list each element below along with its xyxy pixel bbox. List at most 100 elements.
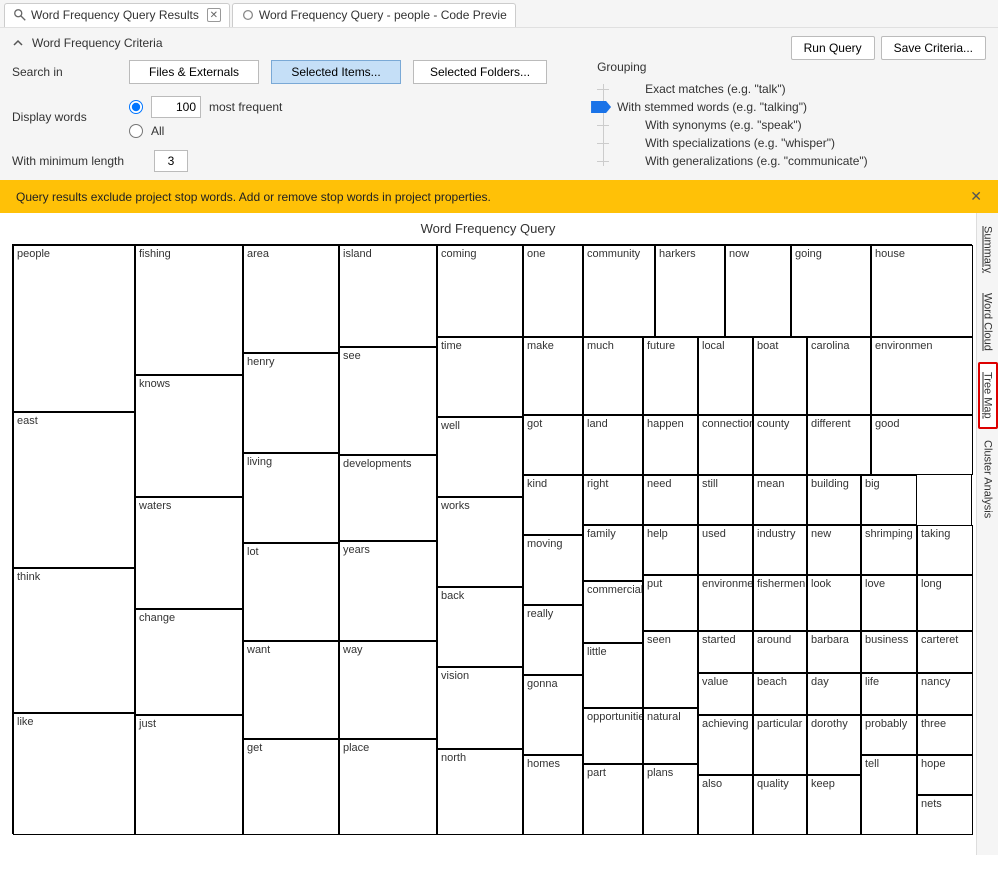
treemap-cell[interactable]: developments bbox=[339, 455, 437, 541]
treemap-cell[interactable]: long bbox=[917, 575, 973, 631]
treemap-cell[interactable]: mean bbox=[753, 475, 807, 525]
treemap-cell[interactable]: homes bbox=[523, 755, 583, 835]
treemap-cell[interactable]: new bbox=[807, 525, 861, 575]
treemap-cell[interactable]: building bbox=[807, 475, 861, 525]
side-tab-cluster-analysis[interactable]: Cluster Analysis bbox=[979, 431, 997, 527]
treemap-cell[interactable]: vision bbox=[437, 667, 523, 749]
treemap-cell[interactable]: business bbox=[861, 631, 917, 673]
treemap-cell[interactable]: look bbox=[807, 575, 861, 631]
slider-marker-icon[interactable] bbox=[591, 101, 611, 113]
treemap-cell[interactable]: get bbox=[243, 739, 339, 835]
treemap-cell[interactable]: keep bbox=[807, 775, 861, 835]
treemap-cell[interactable]: boat bbox=[753, 337, 807, 415]
tab-query-results[interactable]: Word Frequency Query Results ✕ bbox=[4, 3, 230, 27]
treemap-cell[interactable]: used bbox=[698, 525, 753, 575]
treemap-cell[interactable]: kind bbox=[523, 475, 583, 535]
treemap-cell[interactable]: value bbox=[698, 673, 753, 715]
grouping-option[interactable]: With specializations (e.g. "whisper") bbox=[597, 134, 868, 152]
treemap-cell[interactable]: carteret bbox=[917, 631, 973, 673]
tab-code-preview[interactable]: Word Frequency Query - people - Code Pre… bbox=[232, 3, 516, 27]
min-length-input[interactable] bbox=[154, 150, 188, 172]
radio-all[interactable] bbox=[129, 124, 143, 138]
selected-folders-button[interactable]: Selected Folders... bbox=[413, 60, 547, 84]
treemap-cell[interactable]: plans bbox=[643, 764, 698, 835]
treemap-cell[interactable]: north bbox=[437, 749, 523, 835]
treemap-cell[interactable]: barbara bbox=[807, 631, 861, 673]
grouping-option[interactable]: With stemmed words (e.g. "talking") bbox=[597, 98, 868, 116]
treemap-cell[interactable]: little bbox=[583, 643, 643, 708]
treemap-cell[interactable]: local bbox=[698, 337, 753, 415]
treemap-cell[interactable]: really bbox=[523, 605, 583, 675]
treemap-cell[interactable]: just bbox=[135, 715, 243, 835]
radio-most-frequent[interactable] bbox=[129, 100, 143, 114]
treemap-cell[interactable]: need bbox=[643, 475, 698, 525]
treemap-cell[interactable]: place bbox=[339, 739, 437, 835]
treemap-cell[interactable]: knows bbox=[135, 375, 243, 497]
treemap-cell[interactable]: environmen bbox=[871, 337, 973, 415]
treemap-cell[interactable]: now bbox=[725, 245, 791, 337]
treemap-cell[interactable]: see bbox=[339, 347, 437, 455]
treemap-cell[interactable]: moving bbox=[523, 535, 583, 605]
treemap-cell[interactable]: got bbox=[523, 415, 583, 475]
treemap-cell[interactable]: nancy bbox=[917, 673, 973, 715]
display-count-input[interactable] bbox=[151, 96, 201, 118]
treemap-cell[interactable]: quality bbox=[753, 775, 807, 835]
treemap-cell[interactable]: well bbox=[437, 417, 523, 497]
treemap-cell[interactable]: nets bbox=[917, 795, 973, 835]
treemap-cell[interactable]: environment bbox=[698, 575, 753, 631]
run-query-button[interactable]: Run Query bbox=[791, 36, 875, 60]
treemap-cell[interactable]: want bbox=[243, 641, 339, 739]
treemap-cell[interactable]: way bbox=[339, 641, 437, 739]
treemap-cell[interactable]: change bbox=[135, 609, 243, 715]
treemap-cell[interactable]: carolina bbox=[807, 337, 871, 415]
treemap-cell[interactable]: three bbox=[917, 715, 973, 755]
treemap-cell[interactable]: right bbox=[583, 475, 643, 525]
treemap-cell[interactable]: future bbox=[643, 337, 698, 415]
info-close-icon[interactable]: ✕ bbox=[970, 188, 982, 205]
treemap-cell[interactable]: day bbox=[807, 673, 861, 715]
grouping-option[interactable]: Exact matches (e.g. "talk") bbox=[597, 80, 868, 98]
treemap-cell[interactable]: like bbox=[13, 713, 135, 835]
grouping-slider[interactable]: Exact matches (e.g. "talk")With stemmed … bbox=[597, 80, 868, 170]
treemap-cell[interactable]: beach bbox=[753, 673, 807, 715]
treemap-cell[interactable]: taking bbox=[917, 525, 973, 575]
treemap-cell[interactable]: time bbox=[437, 337, 523, 417]
treemap-cell[interactable]: part bbox=[583, 764, 643, 835]
treemap-cell[interactable]: good bbox=[871, 415, 973, 475]
treemap-cell[interactable]: family bbox=[583, 525, 643, 581]
treemap-cell[interactable]: much bbox=[583, 337, 643, 415]
treemap-cell[interactable]: achieving bbox=[698, 715, 753, 775]
selected-items-button[interactable]: Selected Items... bbox=[271, 60, 401, 84]
side-tab-tree-map[interactable]: Tree Map bbox=[978, 362, 998, 429]
treemap-cell[interactable]: started bbox=[698, 631, 753, 673]
treemap-cell[interactable]: works bbox=[437, 497, 523, 587]
treemap-cell[interactable]: waters bbox=[135, 497, 243, 609]
treemap-cell[interactable]: lot bbox=[243, 543, 339, 641]
treemap-cell[interactable]: county bbox=[753, 415, 807, 475]
treemap-cell[interactable]: dorothy bbox=[807, 715, 861, 775]
treemap-cell[interactable]: coming bbox=[437, 245, 523, 337]
treemap-cell[interactable]: house bbox=[871, 245, 973, 337]
treemap-cell[interactable]: connection bbox=[698, 415, 753, 475]
chevron-up-icon[interactable] bbox=[12, 37, 24, 49]
treemap-cell[interactable]: happen bbox=[643, 415, 698, 475]
treemap-cell[interactable]: fishermen bbox=[753, 575, 807, 631]
treemap-cell[interactable]: community bbox=[583, 245, 655, 337]
treemap-cell[interactable]: probably bbox=[861, 715, 917, 755]
treemap-cell[interactable]: years bbox=[339, 541, 437, 641]
grouping-option[interactable]: With synonyms (e.g. "speak") bbox=[597, 116, 868, 134]
treemap-cell[interactable]: big bbox=[861, 475, 917, 525]
treemap-cell[interactable]: around bbox=[753, 631, 807, 673]
treemap-cell[interactable]: fishing bbox=[135, 245, 243, 375]
treemap-cell[interactable]: going bbox=[791, 245, 871, 337]
treemap-cell[interactable]: commercial bbox=[583, 581, 643, 643]
grouping-option[interactable]: With generalizations (e.g. "communicate"… bbox=[597, 152, 868, 170]
treemap-cell[interactable]: put bbox=[643, 575, 698, 631]
treemap-cell[interactable]: particular bbox=[753, 715, 807, 775]
treemap-cell[interactable]: one bbox=[523, 245, 583, 337]
treemap-cell[interactable]: gonna bbox=[523, 675, 583, 755]
treemap-cell[interactable]: seen bbox=[643, 631, 698, 708]
treemap-cell[interactable]: make bbox=[523, 337, 583, 415]
treemap-cell[interactable]: back bbox=[437, 587, 523, 667]
treemap-cell[interactable]: natural bbox=[643, 708, 698, 764]
